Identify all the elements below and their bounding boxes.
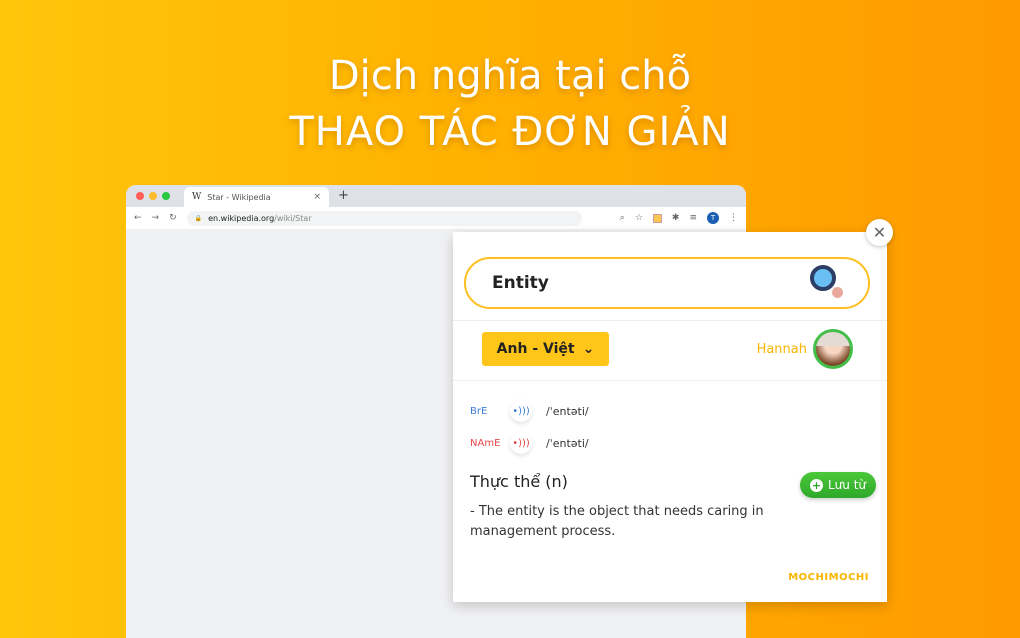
- pronunciation-bre: BrE •))) /ˈentəti/: [470, 400, 589, 422]
- address-bar[interactable]: 🔒 en.wikipedia.org/wiki/Star: [186, 210, 582, 226]
- definition-text: - The entity is the object that needs ca…: [470, 504, 764, 539]
- meaning-heading: Thực thể (n): [470, 472, 568, 491]
- avatar[interactable]: [813, 329, 853, 369]
- search-input[interactable]: Entity: [464, 257, 870, 309]
- address-path: /wiki/Star: [274, 213, 312, 223]
- extension-mochi-icon[interactable]: [652, 213, 662, 223]
- search-value: Entity: [492, 273, 549, 293]
- pronunciation-label: BrE: [470, 405, 488, 417]
- tab-bar: W Star - Wikipedia × +: [126, 185, 746, 207]
- lock-icon: 🔒: [194, 214, 203, 222]
- language-dropdown[interactable]: Anh - Việt ⌄: [482, 332, 609, 366]
- chevron-down-icon: ⌄: [582, 341, 595, 357]
- pronunciation-name: NAmE •))) /ˈentəti/: [470, 432, 589, 454]
- speaker-icon[interactable]: •))): [510, 400, 532, 422]
- window-controls: [136, 192, 170, 200]
- brand-logo: MOCHIMOCHI: [788, 572, 869, 583]
- tab-title: Star - Wikipedia: [207, 192, 271, 202]
- popup-close-button[interactable]: ✕: [866, 219, 893, 246]
- back-icon[interactable]: ←: [134, 213, 142, 223]
- new-tab-button[interactable]: +: [338, 188, 349, 203]
- headline-line-2: THAO TÁC ĐƠN GIẢN: [289, 109, 731, 155]
- window-close-button[interactable]: [136, 192, 144, 200]
- divider: [453, 320, 887, 321]
- dictionary-popup: Entity Anh - Việt ⌄ Hannah BrE •))) /ˈen…: [453, 232, 887, 602]
- toolbar-actions: ⌕ ☆ ✱ ≡ T ⋮: [620, 212, 738, 224]
- save-word-button[interactable]: + Lưu từ: [800, 472, 876, 498]
- close-icon: ✕: [872, 223, 887, 242]
- language-selected: Anh - Việt: [496, 341, 575, 357]
- search-magnifier-icon[interactable]: [810, 265, 846, 301]
- window-minimize-button[interactable]: [149, 192, 157, 200]
- user-profile[interactable]: Hannah: [757, 329, 853, 369]
- ipa-text: /ˈentəti/: [546, 404, 589, 418]
- save-word-label: Lưu từ: [827, 478, 867, 492]
- extensions-puzzle-icon[interactable]: ✱: [672, 213, 680, 223]
- window-maximize-button[interactable]: [162, 192, 170, 200]
- address-domain: en.wikipedia.org: [208, 213, 275, 223]
- menu-kebab-icon[interactable]: ⋮: [729, 213, 738, 223]
- headline: Dịch nghĩa tại chỗ THAO TÁC ĐƠN GIẢN: [0, 48, 1020, 160]
- browser-toolbar: ← → ↻ 🔒 en.wikipedia.org/wiki/Star ⌕ ☆ ✱…: [126, 207, 746, 229]
- media-control-icon[interactable]: ≡: [689, 213, 697, 223]
- pronunciation-label: NAmE: [470, 437, 501, 449]
- user-name: Hannah: [756, 341, 807, 357]
- wikipedia-favicon-icon: W: [192, 192, 202, 202]
- headline-line-1: Dịch nghĩa tại chỗ: [328, 53, 692, 99]
- ipa-text: /ˈentəti/: [546, 436, 589, 450]
- forward-icon[interactable]: →: [152, 213, 160, 223]
- reload-icon[interactable]: ↻: [169, 213, 177, 223]
- browser-tab[interactable]: W Star - Wikipedia ×: [184, 187, 329, 207]
- plus-circle-icon: +: [809, 478, 823, 492]
- zoom-icon[interactable]: ⌕: [620, 213, 625, 223]
- bookmark-star-icon[interactable]: ☆: [635, 213, 643, 223]
- profile-avatar-icon[interactable]: T: [707, 212, 719, 224]
- divider: [453, 380, 887, 381]
- speaker-icon[interactable]: •))): [510, 432, 532, 454]
- tab-close-icon[interactable]: ×: [313, 192, 321, 202]
